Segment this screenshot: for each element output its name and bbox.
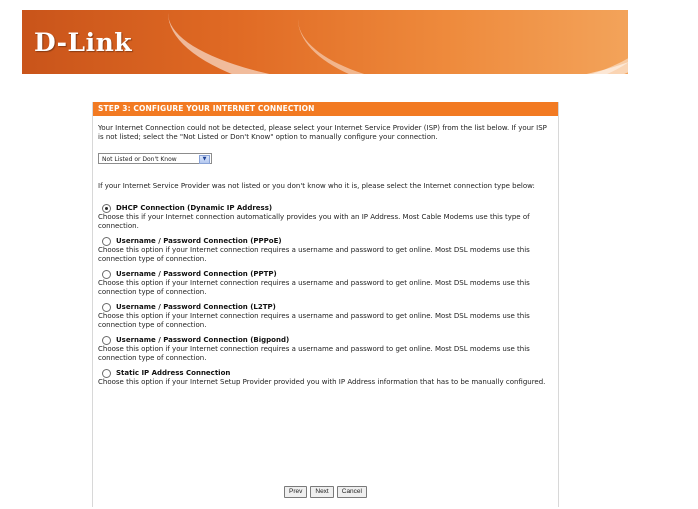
option-static-ip: Static IP Address Connection Choose this… bbox=[98, 369, 553, 387]
radio-bigpond[interactable] bbox=[102, 336, 111, 345]
option-pppoe: Username / Password Connection (PPPoE) C… bbox=[98, 237, 553, 264]
option-label: Username / Password Connection (Bigpond) bbox=[116, 336, 290, 344]
option-label: Username / Password Connection (PPPoE) bbox=[116, 237, 282, 245]
panel-title: STEP 3: CONFIGURE YOUR INTERNET CONNECTI… bbox=[93, 102, 558, 116]
option-label: DHCP Connection (Dynamic IP Address) bbox=[116, 204, 273, 212]
radio-pppoe[interactable] bbox=[102, 237, 111, 246]
option-dhcp: DHCP Connection (Dynamic IP Address) Cho… bbox=[98, 204, 553, 231]
isp-select[interactable]: Not Listed or Don't Know ▼ bbox=[98, 153, 212, 164]
option-l2tp: Username / Password Connection (L2TP) Ch… bbox=[98, 303, 553, 330]
next-button[interactable]: Next bbox=[310, 486, 334, 498]
option-label: Username / Password Connection (PPTP) bbox=[116, 270, 277, 278]
radio-dhcp[interactable] bbox=[102, 204, 111, 213]
radio-l2tp[interactable] bbox=[102, 303, 111, 312]
header-banner: D-Link bbox=[22, 10, 628, 74]
option-description: Choose this option if your Internet conn… bbox=[98, 345, 530, 362]
option-label: Static IP Address Connection bbox=[116, 369, 231, 377]
wizard-panel: STEP 3: CONFIGURE YOUR INTERNET CONNECTI… bbox=[92, 102, 559, 507]
intro-text: Your Internet Connection could not be de… bbox=[98, 124, 547, 141]
chevron-down-icon[interactable]: ▼ bbox=[199, 155, 210, 164]
radio-static-ip[interactable] bbox=[102, 369, 111, 378]
option-description: Choose this option if your Internet conn… bbox=[98, 312, 530, 329]
panel-body: Your Internet Connection could not be de… bbox=[93, 116, 558, 387]
option-description: Choose this if your Internet connection … bbox=[98, 213, 530, 230]
option-description: Choose this option if your Internet Setu… bbox=[98, 378, 546, 386]
connection-type-help: If your Internet Service Provider was no… bbox=[98, 182, 535, 190]
banner-swoosh-inner bbox=[298, 10, 628, 74]
option-description: Choose this option if your Internet conn… bbox=[98, 246, 530, 263]
radio-pptp[interactable] bbox=[102, 270, 111, 279]
option-pptp: Username / Password Connection (PPTP) Ch… bbox=[98, 270, 553, 297]
option-description: Choose this option if your Internet conn… bbox=[98, 279, 530, 296]
cancel-button[interactable]: Cancel bbox=[336, 486, 367, 498]
option-label: Username / Password Connection (L2TP) bbox=[116, 303, 276, 311]
prev-button[interactable]: Prev bbox=[284, 486, 308, 498]
option-bigpond: Username / Password Connection (Bigpond)… bbox=[98, 336, 553, 363]
isp-select-value: Not Listed or Don't Know bbox=[102, 156, 177, 163]
dlink-logo: D-Link bbox=[34, 28, 133, 57]
wizard-buttons: Prev Next Cancel bbox=[93, 486, 558, 498]
